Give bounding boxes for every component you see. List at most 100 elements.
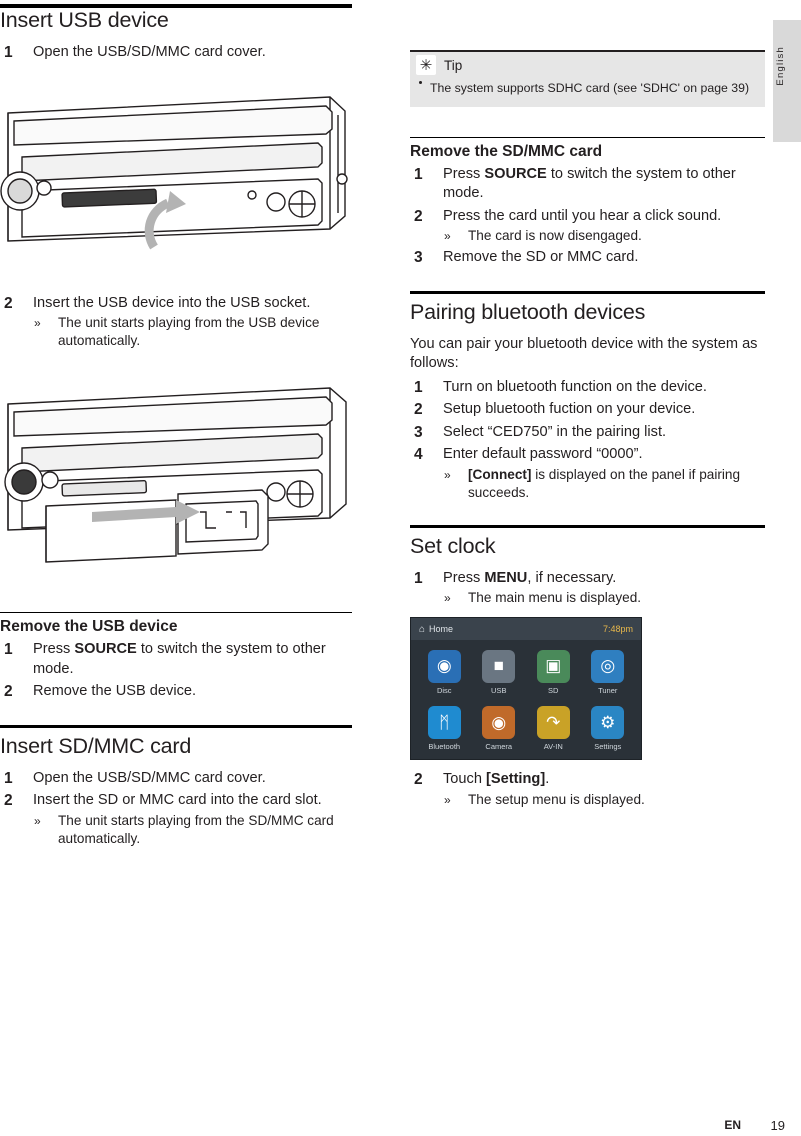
- step-text: Insert the USB device into the USB socke…: [33, 294, 311, 311]
- step-number: 1: [414, 378, 423, 396]
- lcd-clock: 7:48pm: [602, 624, 633, 634]
- arrow-icon: »: [444, 792, 451, 807]
- step-text: Remove the SD or MMC card.: [443, 249, 639, 265]
- list-item: 3 Remove the SD or MMC card.: [410, 248, 765, 268]
- heading-insert-sd-mmc-card: Insert SD/MMC card: [0, 733, 192, 758]
- pairing-steps: 1 Turn on bluetooth function on the devi…: [410, 378, 765, 502]
- list-item: 2 Remove the USB device.: [0, 682, 352, 702]
- lcd-item-camera[interactable]: ◉ Camera: [472, 701, 527, 758]
- arrow-icon: »: [444, 467, 451, 482]
- lcd-item-usb[interactable]: ■ USB: [472, 644, 527, 701]
- step-note-text: The unit starts playing from the SD/MMC …: [58, 812, 334, 846]
- av-in-icon: ↷: [536, 706, 570, 740]
- divider: [410, 136, 765, 138]
- step-note-text: The card is now disengaged.: [468, 228, 642, 243]
- step-number: 3: [414, 423, 423, 441]
- set-clock-steps-2: 2 Touch [Setting]. » The setup menu is d…: [410, 770, 765, 809]
- step-note: » The card is now disengaged.: [443, 227, 765, 245]
- step-text: Remove the USB device.: [33, 683, 197, 699]
- step-text: Press MENU, if necessary.: [443, 569, 765, 589]
- step-number: 1: [4, 44, 13, 61]
- divider: [0, 612, 352, 613]
- figure-usb-insert-svg: [4, 387, 347, 563]
- lcd-home-label-wrap: ⌂ Home: [419, 624, 453, 635]
- step-note-text: The unit starts playing from the USB dev…: [58, 315, 320, 348]
- step-text: Select “CED750” in the pairing list.: [443, 423, 667, 440]
- tuner-icon: ◎: [591, 649, 625, 683]
- list-item: 2 Insert the USB device into the USB soc…: [0, 294, 352, 351]
- step-number: 2: [4, 792, 13, 809]
- insert-usb-steps: 1 Open the USB/SD/MMC card cover.: [0, 43, 352, 63]
- lcd-item-disc[interactable]: ◉ Disc: [417, 644, 472, 701]
- step-text: Turn on bluetooth function on the device…: [443, 378, 707, 395]
- menu-key-label: MENU: [484, 569, 528, 586]
- step-text: Enter default password “0000”.: [443, 446, 643, 462]
- step-number: 4: [414, 446, 423, 463]
- step-number: 2: [4, 683, 13, 700]
- tip-title: Tip: [444, 57, 463, 73]
- divider-thick: [0, 724, 352, 728]
- list-item: 2 Setup bluetooth fuction on your device…: [410, 400, 765, 420]
- usb-icon: ■: [482, 649, 516, 683]
- list-item: 2 Insert the SD or MMC card into the car…: [0, 791, 352, 848]
- list-item: 1 Press SOURCE to switch the system to o…: [0, 640, 352, 679]
- divider-thick: [410, 524, 765, 528]
- step-number: 2: [414, 207, 423, 225]
- step-number: 1: [4, 641, 13, 658]
- heading-remove-usb-device: Remove the USB device: [0, 618, 178, 635]
- tip-header: ✳ Tip: [410, 52, 765, 78]
- tip-text: The system supports SDHC card (see 'SDHC…: [430, 81, 750, 95]
- step-number: 3: [414, 249, 423, 266]
- arrow-icon: »: [444, 229, 451, 243]
- step-number: 2: [414, 401, 423, 418]
- remove-sd-steps: 1 Press SOURCE to switch the system to o…: [410, 165, 765, 268]
- lcd-item-sd[interactable]: ▣ SD: [526, 644, 581, 701]
- arrow-icon: »: [444, 591, 451, 605]
- step-text: Open the USB/SD/MMC card cover.: [33, 769, 266, 786]
- bullet-icon: [419, 81, 422, 84]
- figure-usb-cover-open-svg: [0, 95, 348, 249]
- lcd-icon-grid: ◉ Disc ■ USB ▣ SD ◎ Tuner ᛗ Bluetooth ◉ …: [411, 640, 641, 759]
- lcd-item-label: Disc: [436, 685, 452, 695]
- arrow-icon: »: [34, 813, 41, 828]
- tip-star-icon: ✳: [416, 55, 436, 75]
- list-item: 4 Enter default password “0000”. » [Conn…: [410, 445, 765, 502]
- arrow-icon: »: [34, 316, 41, 330]
- step-number: 1: [414, 165, 423, 183]
- step-number: 1: [414, 569, 423, 587]
- step-text: Press SOURCE to switch the system to oth…: [33, 640, 352, 679]
- step-note: » [Connect] is displayed on the panel if…: [443, 466, 765, 502]
- home-icon: ⌂: [419, 623, 426, 635]
- lcd-item-label: USB: [491, 685, 507, 695]
- setting-option-label: [Setting]: [486, 771, 546, 787]
- connect-label: [Connect]: [468, 466, 532, 482]
- lcd-status-bar: ⌂ Home 7:48pm: [411, 618, 641, 640]
- list-item: 1 Press MENU, if necessary. » The main m…: [410, 569, 765, 608]
- source-key-label: SOURCE: [484, 165, 547, 182]
- lcd-item-label: SD: [548, 685, 559, 695]
- figure-usb-insert: [0, 364, 352, 604]
- source-key-label: SOURCE: [74, 641, 137, 657]
- bluetooth-icon: ᛗ: [427, 706, 461, 740]
- lcd-item-av-in[interactable]: ↷ AV-IN: [526, 701, 581, 758]
- lcd-item-tuner[interactable]: ◎ Tuner: [581, 644, 636, 701]
- divider-thick: [410, 290, 765, 294]
- lcd-item-settings[interactable]: ⚙ Settings: [581, 701, 636, 758]
- step-text: Insert the SD or MMC card into the card …: [33, 792, 322, 808]
- remove-usb-steps: 1 Press SOURCE to switch the system to o…: [0, 640, 352, 702]
- step-number: 2: [414, 771, 423, 788]
- list-item: 1 Turn on bluetooth function on the devi…: [410, 378, 765, 398]
- manual-page: English Insert USB device 1 Open the USB…: [0, 0, 801, 1136]
- list-item: 1 Press SOURCE to switch the system to o…: [410, 165, 765, 204]
- step-note: » The setup menu is displayed.: [443, 791, 765, 809]
- step-text: Press the card until you hear a click so…: [443, 207, 722, 224]
- tip-body: The system supports SDHC card (see 'SDHC…: [410, 78, 765, 107]
- heading-remove-sd-mmc-card: Remove the SD/MMC card: [410, 142, 603, 160]
- lcd-item-bluetooth[interactable]: ᛗ Bluetooth: [417, 701, 472, 758]
- step-note-text: The main menu is displayed.: [468, 590, 642, 605]
- step-text: Setup bluetooth fuction on your device.: [443, 401, 696, 417]
- lcd-item-label: Camera: [485, 742, 513, 752]
- step-note: » The unit starts playing from the SD/MM…: [33, 812, 352, 848]
- lcd-home-label: Home: [429, 624, 454, 634]
- pairing-intro: You can pair your bluetooth device with …: [410, 335, 758, 372]
